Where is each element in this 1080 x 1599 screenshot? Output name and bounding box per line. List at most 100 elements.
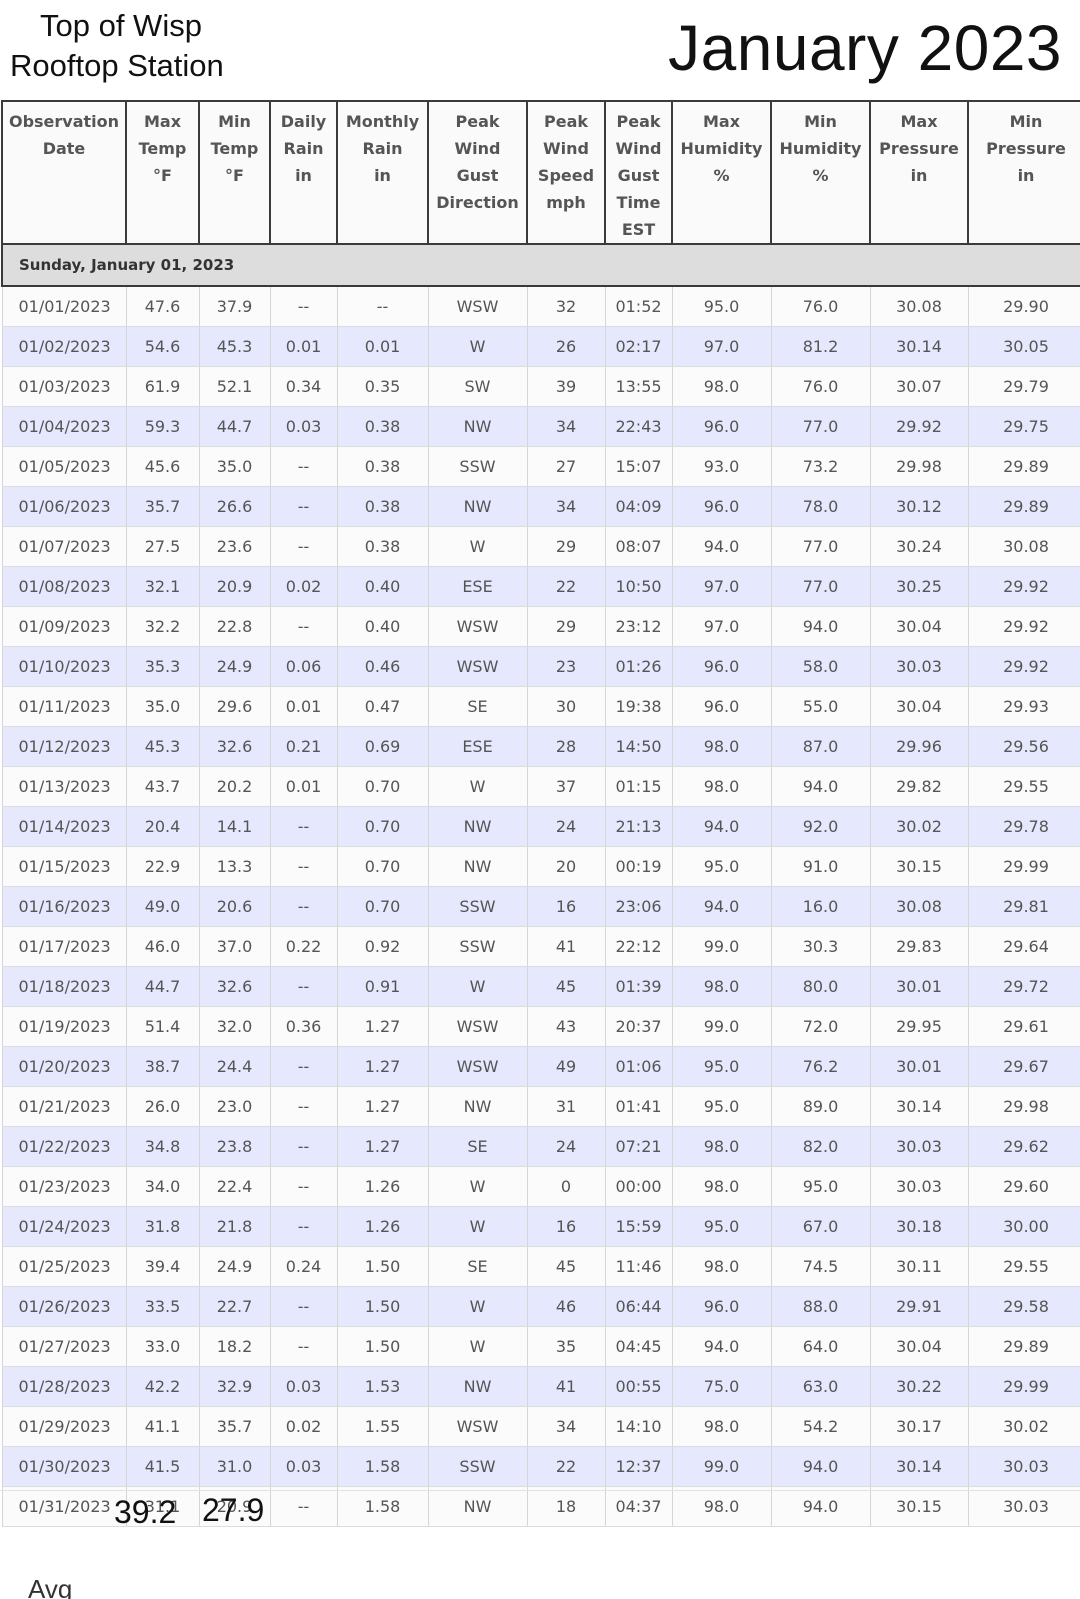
table-cell: 41.5 bbox=[125, 1446, 200, 1487]
table-body: Sunday, January 01, 2023 01/01/2023 47.6 3… bbox=[1, 243, 1080, 1527]
table-cell: 01/24/2023 bbox=[1, 1206, 127, 1247]
table-cell: 29.58 bbox=[967, 1286, 1080, 1327]
table-cell: 77.0 bbox=[770, 406, 871, 447]
table-cell: W bbox=[427, 1286, 528, 1327]
table-cell: 94.0 bbox=[770, 606, 871, 647]
table-cell: -- bbox=[269, 606, 338, 647]
table-cell: 00:19 bbox=[604, 846, 673, 887]
table-cell: 30.3 bbox=[770, 926, 871, 967]
table-cell: 49 bbox=[526, 1046, 606, 1087]
table-cell: 80.0 bbox=[770, 966, 871, 1007]
column-header: Peak Wind Speed mph bbox=[526, 100, 606, 245]
column-header-line: in bbox=[1017, 166, 1035, 185]
table-row: 01/28/2023 42.2 32.9 0.03 1.53 NW 41 00:55 75.0 6… bbox=[1, 1366, 1080, 1407]
column-header-line: Pressure bbox=[986, 139, 1066, 158]
table-cell: 16 bbox=[526, 1206, 606, 1247]
table-cell: 1.53 bbox=[336, 1366, 429, 1407]
table-cell: 0.38 bbox=[336, 486, 429, 527]
table-cell: 46 bbox=[526, 1286, 606, 1327]
table-cell: 0.36 bbox=[269, 1006, 338, 1047]
table-cell: 47.6 bbox=[125, 286, 200, 327]
table-cell: SSW bbox=[427, 1446, 528, 1487]
table-cell: 24.9 bbox=[198, 1246, 271, 1287]
table-cell: 63.0 bbox=[770, 1366, 871, 1407]
table-cell: 30.22 bbox=[869, 1366, 969, 1407]
table-cell: 20.2 bbox=[198, 766, 271, 807]
table-cell: 32.2 bbox=[125, 606, 200, 647]
table-cell: 0.06 bbox=[269, 646, 338, 687]
column-header-line: Temp bbox=[210, 139, 259, 158]
table-cell: 45.3 bbox=[198, 326, 271, 367]
table-cell: SSW bbox=[427, 446, 528, 487]
table-cell: 78.0 bbox=[770, 486, 871, 527]
table-cell: 30.01 bbox=[869, 1046, 969, 1087]
table-cell: 0.91 bbox=[336, 966, 429, 1007]
table-cell: -- bbox=[269, 1326, 338, 1367]
table-cell: NW bbox=[427, 1486, 528, 1527]
column-header-line: Peak bbox=[616, 112, 661, 131]
table-cell: 23.0 bbox=[198, 1086, 271, 1127]
table-cell: 98.0 bbox=[671, 1246, 772, 1287]
table-cell: 64.0 bbox=[770, 1326, 871, 1367]
table-cell: 0.70 bbox=[336, 886, 429, 927]
table-cell: 04:45 bbox=[604, 1326, 673, 1367]
table-cell: 29.67 bbox=[967, 1046, 1080, 1087]
table-cell: 29 bbox=[526, 526, 606, 567]
table-cell: 16.0 bbox=[770, 886, 871, 927]
table-cell: 29.99 bbox=[967, 1366, 1080, 1407]
table-cell: 1.50 bbox=[336, 1286, 429, 1327]
column-header-line: in bbox=[374, 166, 391, 185]
table-cell: 29.79 bbox=[967, 366, 1080, 407]
column-header-line: Speed bbox=[537, 166, 595, 185]
station-name-line1: Top of Wisp bbox=[40, 8, 202, 43]
table-cell: 22.9 bbox=[125, 846, 200, 887]
table-row: 01/25/2023 39.4 24.9 0.24 1.50 SE 45 11:46 98.0 7… bbox=[1, 1246, 1080, 1287]
table-cell: 52.1 bbox=[198, 366, 271, 407]
table-cell: 98.0 bbox=[671, 966, 772, 1007]
table-cell: 04:09 bbox=[604, 486, 673, 527]
table-cell: 58.0 bbox=[770, 646, 871, 687]
table-cell: 43 bbox=[526, 1006, 606, 1047]
table-cell: 76.0 bbox=[770, 286, 871, 327]
table-cell: -- bbox=[269, 1206, 338, 1247]
table-cell: 15:59 bbox=[604, 1206, 673, 1247]
table-cell: 95.0 bbox=[671, 1206, 772, 1247]
table-cell: 0.02 bbox=[269, 1406, 338, 1447]
table-cell: 11:46 bbox=[604, 1246, 673, 1287]
table-cell: 01/30/2023 bbox=[1, 1446, 127, 1487]
table-cell: SE bbox=[427, 1126, 528, 1167]
table-cell: 0.01 bbox=[269, 326, 338, 367]
table-cell: 29.91 bbox=[869, 1286, 969, 1327]
table-cell: 30.07 bbox=[869, 366, 969, 407]
table-cell: 30.14 bbox=[869, 1446, 969, 1487]
table-cell: 08:07 bbox=[604, 526, 673, 567]
table-cell: -- bbox=[269, 1126, 338, 1167]
table-cell: W bbox=[427, 526, 528, 567]
column-header-line: Peak bbox=[543, 112, 588, 131]
table-cell: 01/08/2023 bbox=[1, 566, 127, 607]
table-cell: 01/15/2023 bbox=[1, 846, 127, 887]
table-cell: 99.0 bbox=[671, 926, 772, 967]
table-cell: 98.0 bbox=[671, 1126, 772, 1167]
column-header-line: Gust bbox=[456, 166, 499, 185]
table-row: 01/14/2023 20.4 14.1 -- 0.70 NW 24 21:13 94.0 92.… bbox=[1, 806, 1080, 847]
table-row: 01/22/2023 34.8 23.8 -- 1.27 SE 24 07:21 98.0 82.… bbox=[1, 1126, 1080, 1167]
table-cell: 00:00 bbox=[604, 1166, 673, 1207]
table-cell: 01/22/2023 bbox=[1, 1126, 127, 1167]
table-cell: NW bbox=[427, 406, 528, 447]
table-cell: 45.3 bbox=[125, 726, 200, 767]
table-cell: 88.0 bbox=[770, 1286, 871, 1327]
table-cell: W bbox=[427, 1166, 528, 1207]
table-row: 01/01/2023 47.6 37.9 -- -- WSW 32 01:52 95.0 76.0… bbox=[1, 286, 1080, 327]
table-cell: WSW bbox=[427, 286, 528, 327]
table-cell: 30.03 bbox=[869, 1166, 969, 1207]
table-cell: 1.27 bbox=[336, 1126, 429, 1167]
table-cell: -- bbox=[269, 1486, 338, 1527]
column-header-line: Peak bbox=[455, 112, 500, 131]
table-row: 01/10/2023 35.3 24.9 0.06 0.46 WSW 23 01:26 96.0… bbox=[1, 646, 1080, 687]
table-cell: 30.17 bbox=[869, 1406, 969, 1447]
column-header: Peak Wind Gust Time EST bbox=[604, 100, 673, 245]
table-cell: 29.75 bbox=[967, 406, 1080, 447]
table-cell: 22 bbox=[526, 566, 606, 607]
column-header-line: Date bbox=[42, 139, 86, 158]
